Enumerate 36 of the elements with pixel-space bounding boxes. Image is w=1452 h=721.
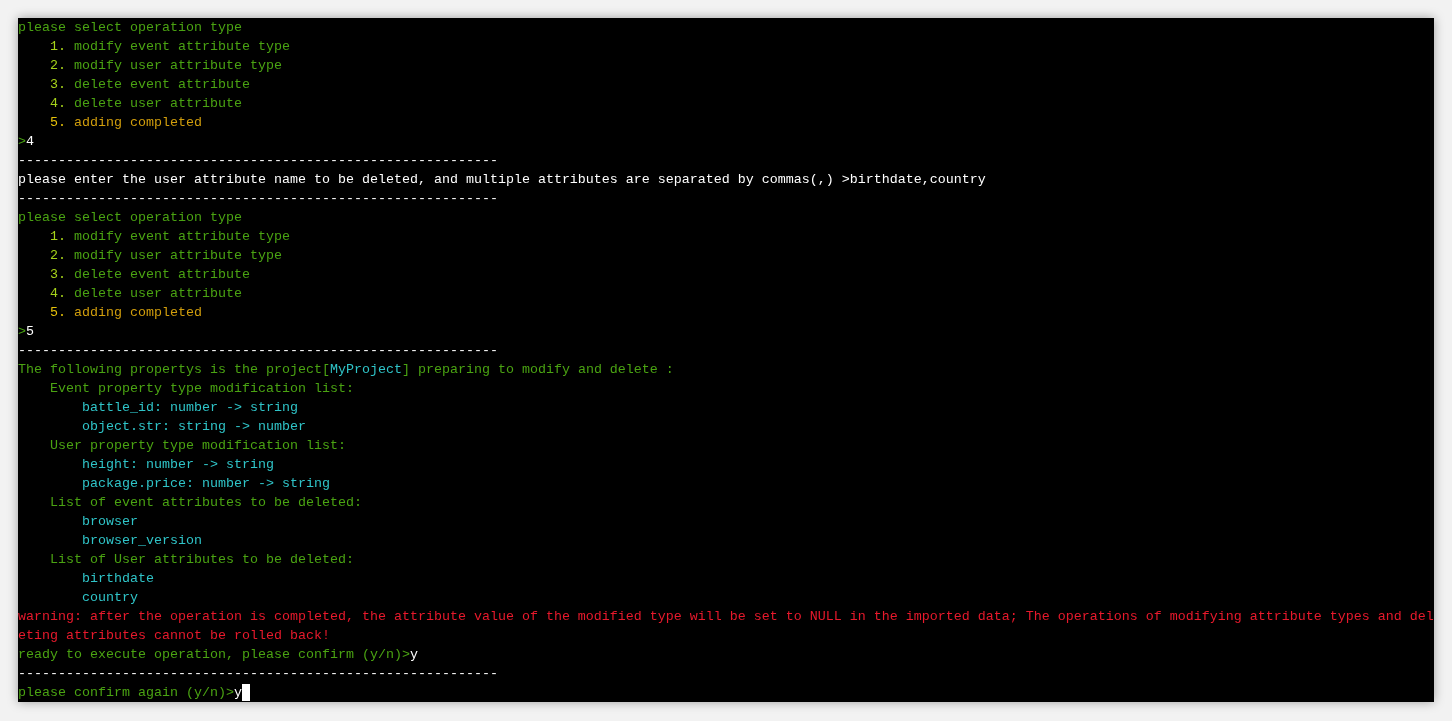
terminal-line: please enter the user attribute name to be deleted, and multiple attributes are separated by commas(,) >birthdate,country bbox=[18, 171, 986, 189]
terminal-line: 4. delete user attribute bbox=[50, 285, 242, 303]
terminal-line: 5. adding completed bbox=[50, 304, 202, 322]
terminal-line: 5. adding completed bbox=[50, 114, 202, 132]
terminal-line: please confirm again (y/n)>y bbox=[18, 684, 242, 702]
terminal-line: ------------------------------------------------------------ bbox=[18, 190, 498, 208]
terminal-line: warning: after the operation is completed, the attribute value of the modified type will be set to NULL in the imported data; The operations of modifying attribute types and del bbox=[18, 608, 1434, 626]
terminal-line: >4 bbox=[18, 133, 34, 151]
terminal-line: height: number -> string bbox=[82, 456, 274, 474]
terminal-line: List of User attributes to be deleted: bbox=[50, 551, 354, 569]
terminal-line: User property type modification list: bbox=[50, 437, 346, 455]
terminal-line: package.price: number -> string bbox=[82, 475, 330, 493]
terminal-line: >5 bbox=[18, 323, 34, 341]
terminal-line: 2. modify user attribute type bbox=[50, 247, 282, 265]
terminal-line: List of event attributes to be deleted: bbox=[50, 494, 362, 512]
terminal-line: browser bbox=[82, 513, 138, 531]
terminal-line: birthdate bbox=[82, 570, 154, 588]
terminal-line: 3. delete event attribute bbox=[50, 76, 250, 94]
terminal-line: 3. delete event attribute bbox=[50, 266, 250, 284]
terminal-line: ------------------------------------------------------------ bbox=[18, 665, 498, 683]
terminal-line: battle_id: number -> string bbox=[82, 399, 298, 417]
terminal-line: country bbox=[82, 589, 138, 607]
terminal-line: The following propertys is the project[MyProject] preparing to modify and delete : bbox=[18, 361, 674, 379]
terminal-line: please select operation type bbox=[18, 209, 242, 227]
terminal-line: ------------------------------------------------------------ bbox=[18, 342, 498, 360]
terminal-line: 2. modify user attribute type bbox=[50, 57, 282, 75]
terminal-line: 1. modify event attribute type bbox=[50, 228, 290, 246]
terminal-line: 1. modify event attribute type bbox=[50, 38, 290, 56]
terminal-line: eting attributes cannot be rolled back! bbox=[18, 627, 330, 645]
terminal-line: please select operation type bbox=[18, 19, 242, 37]
terminal-line: ready to execute operation, please confirm (y/n)>y bbox=[18, 646, 418, 664]
terminal-line: object.str: string -> number bbox=[82, 418, 306, 436]
terminal-line: 4. delete user attribute bbox=[50, 95, 242, 113]
terminal-line: ------------------------------------------------------------ bbox=[18, 152, 498, 170]
terminal-line: browser_version bbox=[82, 532, 202, 550]
terminal-line: Event property type modification list: bbox=[50, 380, 354, 398]
